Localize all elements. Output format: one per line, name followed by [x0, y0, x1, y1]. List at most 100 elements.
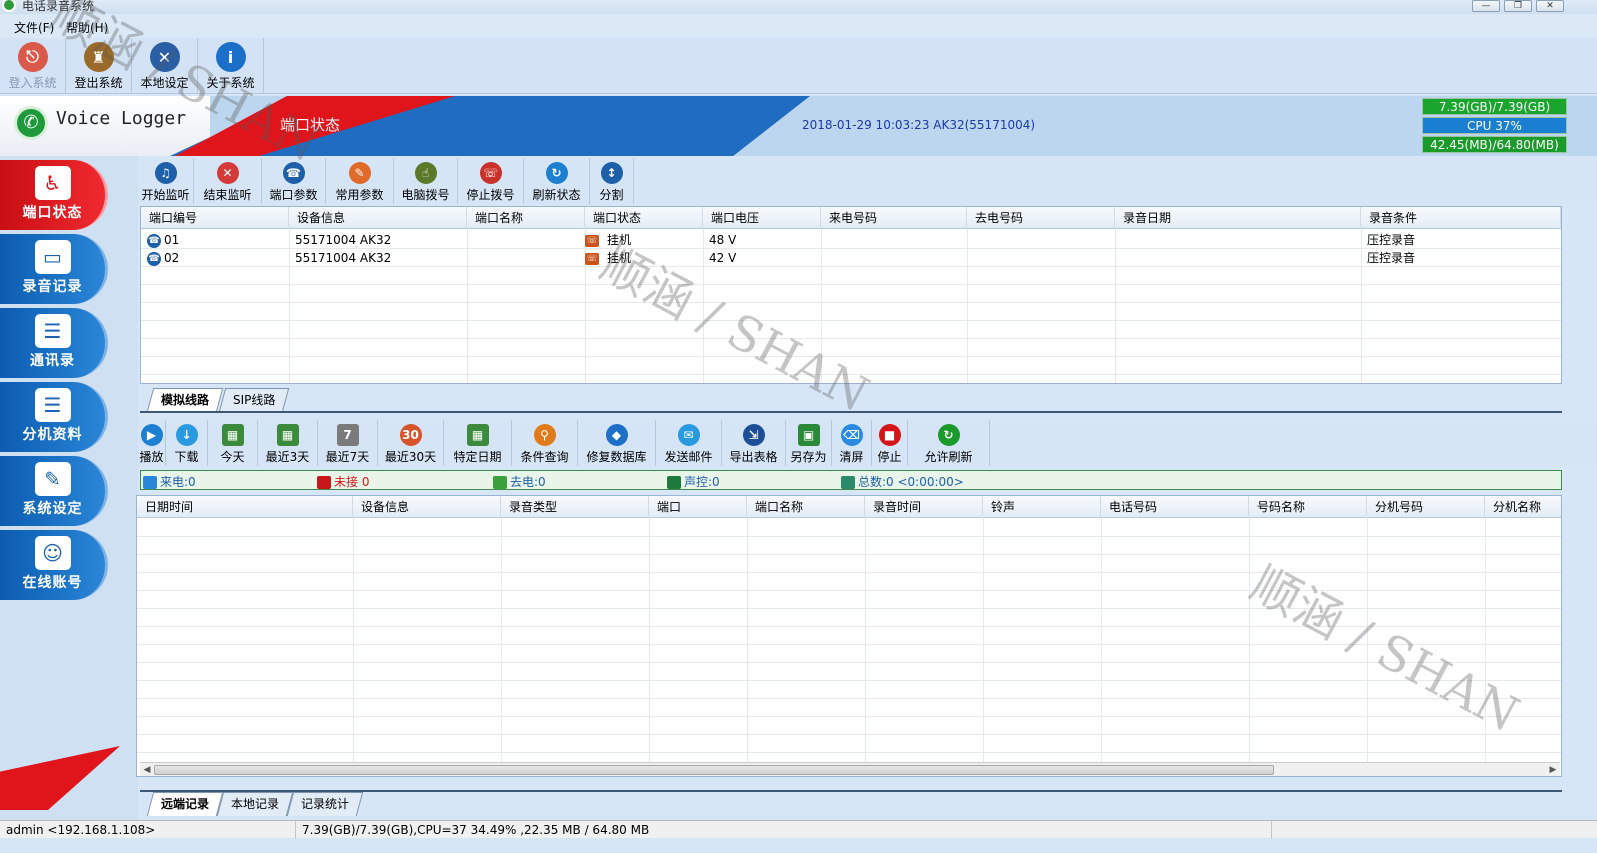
- clear-icon: ⌫: [840, 424, 863, 446]
- info-icon: i: [215, 42, 246, 72]
- tab-local-records[interactable]: 本地记录: [216, 792, 294, 816]
- port-status-text: 挂机: [607, 233, 632, 247]
- download-button[interactable]: ↓ 下载: [166, 420, 208, 466]
- refresh-status-button[interactable]: ↻ 刷新状态: [524, 158, 590, 204]
- menu-file[interactable]: 文件(F): [14, 19, 54, 36]
- menu-help[interactable]: 帮助(H): [66, 19, 108, 36]
- calendar-icon: ▦: [276, 424, 299, 446]
- pc-dial-button[interactable]: ☝ 电脑拨号: [394, 158, 458, 204]
- calendar-30-icon: 30: [399, 424, 422, 446]
- hangup-icon: ☏: [585, 234, 599, 247]
- col-ringtone[interactable]: 铃声: [983, 496, 1101, 518]
- horizontal-scrollbar[interactable]: ◀ ▶: [140, 762, 1560, 776]
- nav-red-swoop: [0, 746, 120, 810]
- export-table-button[interactable]: ⇲ 导出表格: [722, 420, 786, 466]
- scroll-left-icon[interactable]: ◀: [140, 763, 154, 777]
- stop-dial-button[interactable]: ☏ 停止拨号: [458, 158, 524, 204]
- record-tab-divider: [140, 790, 1562, 792]
- col-voltage[interactable]: 端口电压: [703, 207, 821, 229]
- port-params-button[interactable]: ☎ 端口参数: [262, 158, 326, 204]
- scroll-right-icon[interactable]: ▶: [1546, 763, 1560, 777]
- nav-port-status[interactable]: ♿ 端口状态: [0, 160, 108, 230]
- today-label: 今天: [220, 450, 245, 464]
- last-7-days-button[interactable]: 7 最近7天: [318, 420, 378, 466]
- col-port-status[interactable]: 端口状态: [585, 207, 703, 229]
- memory-stat: 42.45(MB)/64.80(MB): [1422, 136, 1567, 153]
- stop-monitor-button[interactable]: ✕ 结束监听: [194, 158, 262, 204]
- col-port-name[interactable]: 端口名称: [467, 207, 585, 229]
- tab-sip-line-label: SIP线路: [233, 393, 276, 407]
- send-mail-button[interactable]: ✉ 发送邮件: [656, 420, 722, 466]
- specific-date-button[interactable]: ▦ 特定日期: [444, 420, 512, 466]
- col-phone-number[interactable]: 电话号码: [1101, 496, 1249, 518]
- download-label: 下载: [174, 450, 199, 464]
- minimize-button[interactable]: —: [1472, 0, 1500, 12]
- col-outgoing[interactable]: 去电号码: [967, 207, 1115, 229]
- col-record-time[interactable]: 录音时间: [865, 496, 983, 518]
- calendar-icon: ▦: [221, 424, 244, 446]
- local-settings-label: 本地设定: [140, 76, 189, 90]
- start-monitor-button[interactable]: ♫ 开始监听: [138, 158, 194, 204]
- nav-extensions[interactable]: ☰ 分机资料: [0, 382, 108, 452]
- logout-button[interactable]: ♜ 登出系统: [66, 38, 132, 94]
- clear-screen-button[interactable]: ⌫ 清屏: [832, 420, 872, 466]
- maximize-button[interactable]: ❐: [1504, 0, 1532, 12]
- header-banner: ✆ Voice Logger 端口状态 2018-01-29 10:03:23 …: [0, 96, 1597, 156]
- tab-analog-line[interactable]: 模拟线路: [146, 388, 224, 412]
- local-settings-button[interactable]: ✕ 本地设定: [132, 38, 198, 94]
- common-params-button[interactable]: ✎ 常用参数: [326, 158, 394, 204]
- send-mail-label: 发送邮件: [664, 450, 713, 464]
- last-30-days-button[interactable]: 30 最近30天: [378, 420, 444, 466]
- col-record-date[interactable]: 录音日期: [1115, 207, 1361, 229]
- port-table-header: 端口编号 设备信息 端口名称 端口状态 端口电压 来电号码 去电号码 录音日期 …: [141, 207, 1561, 229]
- app-icon: [2, 0, 16, 12]
- calendar-7-icon: 7: [336, 424, 359, 446]
- incoming-icon: [143, 476, 157, 489]
- common-params-label: 常用参数: [335, 188, 384, 202]
- col-ext-name[interactable]: 分机名称: [1485, 496, 1561, 518]
- tab-sip-line[interactable]: SIP线路: [218, 388, 290, 412]
- nav-system-settings[interactable]: ✎ 系统设定: [0, 456, 108, 526]
- login-label: 登入系统: [8, 76, 57, 90]
- col-datetime[interactable]: 日期时间: [137, 496, 353, 518]
- login-button[interactable]: ⎋ 登入系统: [0, 38, 66, 94]
- table-row[interactable]: ☎ 02: [147, 249, 179, 267]
- tools-icon: ✕: [149, 42, 180, 72]
- tab-remote-records[interactable]: 远端记录: [146, 792, 224, 816]
- login-icon: ⎋: [17, 42, 48, 72]
- col-incoming[interactable]: 来电号码: [821, 207, 967, 229]
- col-device[interactable]: 设备信息: [289, 207, 467, 229]
- call-counters: 来电:0 未接 0 去电:0 声控:0 总数:0 <0:00:00>: [140, 470, 1562, 490]
- refresh-icon: ↻: [545, 162, 568, 184]
- play-button[interactable]: ▶ 播放: [138, 420, 166, 466]
- disk-stat: 7.39(GB)/7.39(GB): [1422, 98, 1567, 115]
- close-button[interactable]: ✕: [1536, 0, 1564, 12]
- col-device-info[interactable]: 设备信息: [353, 496, 501, 518]
- split-button[interactable]: ↕ 分割: [590, 158, 634, 204]
- allow-refresh-button[interactable]: ↻ 允许刷新: [908, 420, 990, 466]
- col-port[interactable]: 端口: [649, 496, 747, 518]
- col-number-name[interactable]: 号码名称: [1249, 496, 1367, 518]
- nav-recordings[interactable]: ▭ 录音记录: [0, 234, 108, 304]
- table-row[interactable]: ☎ 01: [147, 231, 179, 249]
- last-3-days-button[interactable]: ▦ 最近3天: [258, 420, 318, 466]
- col-record-cond[interactable]: 录音条件: [1361, 207, 1561, 229]
- condition-query-button[interactable]: ⚲ 条件查询: [512, 420, 578, 466]
- col-record-type[interactable]: 录音类型: [501, 496, 649, 518]
- status-info: 7.39(GB)/7.39(GB),CPU=37 34.49% ,22.35 M…: [296, 821, 1272, 839]
- col-port-no[interactable]: 端口编号: [141, 207, 289, 229]
- repair-db-button[interactable]: ◆ 修复数据库: [578, 420, 656, 466]
- extension-card-icon: ☰: [34, 388, 71, 422]
- col-port-name[interactable]: 端口名称: [747, 496, 865, 518]
- nav-contacts[interactable]: ☰ 通讯录: [0, 308, 108, 378]
- about-button[interactable]: i 关于系统: [198, 38, 264, 94]
- menu-bar: 文件(F) 帮助(H): [0, 14, 1597, 38]
- save-as-button[interactable]: ▣ 另存为: [786, 420, 832, 466]
- nav-online-accounts[interactable]: ☺ 在线账号: [0, 530, 108, 600]
- download-icon: ↓: [175, 424, 198, 446]
- tab-record-stats[interactable]: 记录统计: [286, 792, 364, 816]
- col-ext-number[interactable]: 分机号码: [1367, 496, 1485, 518]
- stop-button[interactable]: ■ 停止: [872, 420, 908, 466]
- scroll-thumb[interactable]: [154, 765, 1274, 775]
- today-button[interactable]: ▦ 今天: [208, 420, 258, 466]
